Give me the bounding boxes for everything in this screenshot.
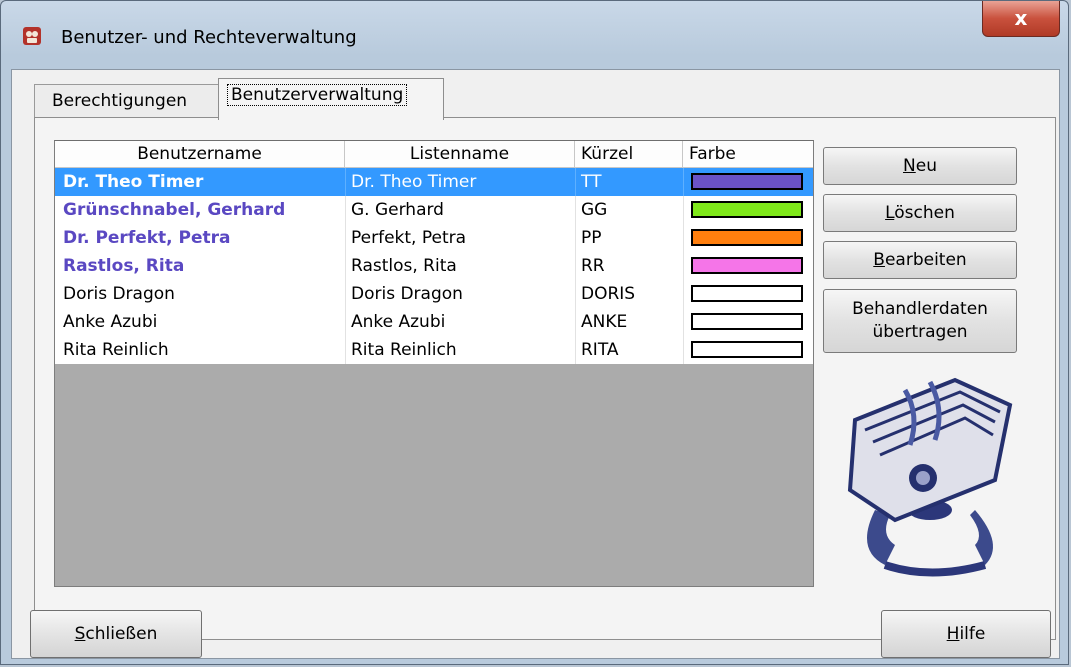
rolodex-icon [847, 377, 1013, 577]
column-separator [683, 280, 684, 308]
table-row[interactable]: Grünschnabel, Gerhard G. Gerhard GG [55, 196, 813, 224]
transfer-button-line2: übertragen [872, 322, 968, 342]
column-separator [683, 308, 684, 336]
column-separator [345, 280, 346, 308]
color-swatch [691, 341, 803, 358]
cell-short: PP [581, 228, 602, 248]
tab-berechtigungen[interactable]: Berechtigungen [34, 84, 220, 118]
cell-username: Doris Dragon [63, 284, 175, 304]
title-bar: Benutzer- und Rechteverwaltung x [1, 1, 1068, 71]
help-button[interactable]: Hilfe [881, 610, 1051, 658]
color-swatch [691, 201, 803, 218]
help-button-label: ilfe [959, 624, 986, 644]
column-separator [345, 336, 346, 364]
column-separator [683, 252, 684, 280]
close-button-mnemonic: S [74, 624, 86, 644]
column-separator [345, 308, 346, 336]
grid-header: Benutzername Listenname Kürzel Farbe [55, 141, 813, 168]
cell-username: Anke Azubi [63, 312, 158, 332]
column-separator [575, 308, 576, 336]
column-separator [345, 224, 346, 252]
tab-label: Berechtigungen [52, 91, 188, 111]
column-separator [683, 196, 684, 224]
close-button[interactable]: Schließen [30, 610, 202, 658]
cell-username: Grünschnabel, Gerhard [63, 200, 286, 220]
delete-button-mnemonic: L [885, 203, 895, 223]
column-separator [345, 252, 346, 280]
transfer-practitioner-data-button[interactable]: Behandlerdaten übertragen [823, 289, 1017, 353]
column-separator [683, 224, 684, 252]
new-button-mnemonic: N [903, 156, 916, 176]
edit-button-mnemonic: B [873, 250, 885, 270]
cell-short: RITA [581, 340, 619, 360]
column-separator [575, 168, 576, 196]
table-row[interactable]: Rastlos, Rita Rastlos, Rita RR [55, 252, 813, 280]
transfer-button-line1: Behandlerdaten [852, 299, 988, 319]
table-row[interactable]: Dr. Perfekt, Petra Perfekt, Petra PP [55, 224, 813, 252]
column-separator [345, 196, 346, 224]
cell-listname: Rastlos, Rita [351, 256, 457, 276]
cell-listname: Doris Dragon [351, 284, 463, 304]
column-separator [345, 168, 346, 196]
cell-username: Rita Reinlich [63, 340, 169, 360]
column-separator [683, 168, 684, 196]
color-swatch [691, 257, 803, 274]
delete-button[interactable]: Löschen [823, 194, 1017, 232]
help-button-mnemonic: H [946, 624, 960, 644]
column-separator [683, 336, 684, 364]
column-header-username[interactable]: Benutzername [55, 141, 345, 168]
new-button-label: eu [915, 156, 937, 176]
cell-listname: Rita Reinlich [351, 340, 457, 360]
column-header-short[interactable]: Kürzel [575, 141, 683, 168]
cell-username: Rastlos, Rita [63, 256, 185, 276]
table-row[interactable]: Rita Reinlich Rita Reinlich RITA [55, 336, 813, 364]
column-header-color[interactable]: Farbe [683, 141, 813, 168]
user-grid[interactable]: Benutzername Listenname Kürzel Farbe Dr.… [54, 140, 814, 587]
dialog-client-area: Berechtigungen Benutzerverwaltung Benutz… [11, 69, 1060, 659]
app-icon [23, 27, 41, 45]
color-swatch [691, 229, 803, 246]
column-separator [575, 280, 576, 308]
cell-short: GG [581, 200, 608, 220]
cell-short: ANKE [581, 312, 628, 332]
close-window-button[interactable]: x [982, 1, 1060, 37]
cell-listname: Anke Azubi [351, 312, 446, 332]
close-button-label: chließen [85, 624, 158, 644]
tab-label: Benutzerverwaltung [227, 84, 408, 106]
cell-username: Dr. Theo Timer [63, 172, 204, 192]
edit-button-label: earbeiten [884, 250, 967, 270]
column-header-listname[interactable]: Listenname [345, 141, 575, 168]
new-button[interactable]: Neu [823, 147, 1017, 185]
column-separator [575, 224, 576, 252]
column-separator [575, 336, 576, 364]
delete-button-label: öschen [894, 203, 955, 223]
edit-button[interactable]: Bearbeiten [823, 241, 1017, 279]
table-row[interactable]: Dr. Theo Timer Dr. Theo Timer TT [55, 168, 813, 196]
cell-listname: Dr. Theo Timer [351, 172, 477, 192]
cell-short: DORIS [581, 284, 636, 304]
cell-short: RR [581, 256, 605, 276]
cell-username: Dr. Perfekt, Petra [63, 228, 231, 248]
column-separator [575, 252, 576, 280]
cell-listname: Perfekt, Petra [351, 228, 467, 248]
column-separator [575, 196, 576, 224]
tab-benutzerverwaltung[interactable]: Benutzerverwaltung [218, 78, 444, 120]
color-swatch [691, 313, 803, 330]
close-icon: x [1014, 6, 1028, 30]
table-row[interactable]: Doris Dragon Doris Dragon DORIS [55, 280, 813, 308]
color-swatch [691, 173, 803, 190]
dialog-window: Benutzer- und Rechteverwaltung x Berecht… [0, 0, 1069, 665]
tab-panel: Benutzername Listenname Kürzel Farbe Dr.… [34, 117, 1056, 640]
table-row[interactable]: Anke Azubi Anke Azubi ANKE [55, 308, 813, 336]
cell-listname: G. Gerhard [351, 200, 444, 220]
window-title: Benutzer- und Rechteverwaltung [61, 27, 357, 48]
cell-short: TT [581, 172, 602, 192]
color-swatch [691, 285, 803, 302]
